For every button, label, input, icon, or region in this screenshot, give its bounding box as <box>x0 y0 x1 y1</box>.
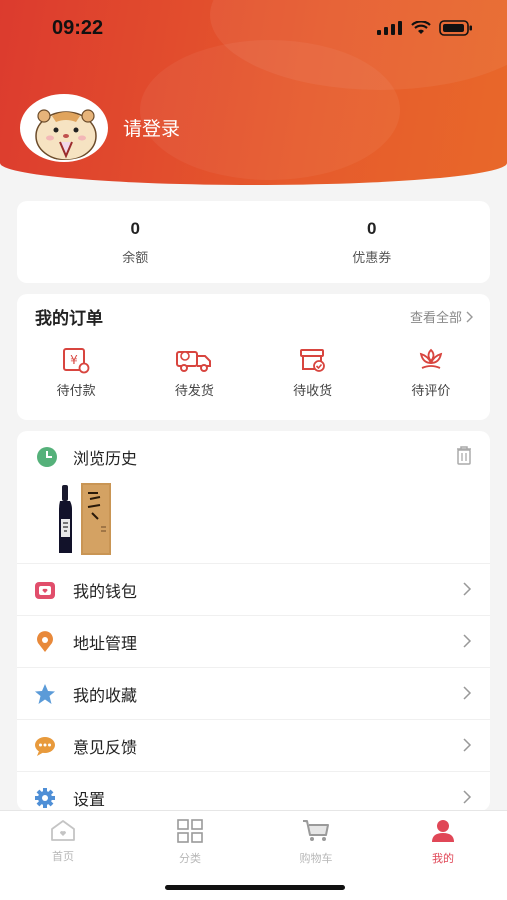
wifi-icon <box>411 21 431 34</box>
menu-item-label: 设置 <box>73 790 106 809</box>
balance-stat[interactable]: 0 余额 <box>17 201 254 283</box>
header-decoration <box>140 40 400 180</box>
status-bar: 09:22 <box>0 0 507 56</box>
tab-label: 我的 <box>432 852 454 865</box>
cart-icon <box>303 820 329 841</box>
sake-bottle-image <box>59 483 111 555</box>
signal-icon <box>377 21 402 35</box>
status-icons <box>377 20 473 36</box>
menu-item-wallet[interactable]: 我的钱包 <box>17 563 490 615</box>
menu-item-favorites[interactable]: 我的收藏 <box>17 667 490 719</box>
chevron-right-icon <box>463 634 472 648</box>
chevron-right-icon <box>466 311 473 322</box>
coupon-stat[interactable]: 0 优惠券 <box>254 201 491 283</box>
tab-cart[interactable]: 购物车 <box>286 819 346 866</box>
clock-icon <box>37 447 57 467</box>
coupon-label: 优惠券 <box>352 251 392 266</box>
menu-item-label: 意见反馈 <box>73 738 138 757</box>
view-all-orders-link[interactable]: 查看全部 <box>410 307 474 326</box>
tab-home[interactable]: 首页 <box>33 819 93 864</box>
chevron-right-icon <box>463 790 472 804</box>
home-icon <box>51 820 75 841</box>
status-time: 09:22 <box>52 17 104 39</box>
order-pending-shipment-label: 待发货 <box>174 384 214 399</box>
review-flower-icon <box>419 348 443 369</box>
menu-item-label: 地址管理 <box>73 634 138 653</box>
chevron-right-icon <box>463 738 472 752</box>
menu-item-settings[interactable]: 设置 <box>17 771 490 811</box>
wallet-icon <box>35 582 55 599</box>
login-link[interactable]: 请登录 <box>123 114 180 141</box>
menu-item-label: 我的收藏 <box>73 686 138 705</box>
svg-text:¥: ¥ <box>70 353 78 367</box>
order-pending-payment[interactable]: ¥ 待付款 <box>17 346 135 399</box>
orders-title: 我的订单 <box>35 309 103 329</box>
menu-card: 浏览历史 我的钱包 地址管理 我的收藏 意见反馈 设置 <box>17 431 490 811</box>
balance-value: 0 <box>130 219 140 238</box>
user-icon <box>432 820 454 842</box>
star-icon <box>35 684 55 704</box>
menu-item-feedback[interactable]: 意见反馈 <box>17 719 490 771</box>
coupon-value: 0 <box>367 219 377 238</box>
menu-item-address[interactable]: 地址管理 <box>17 615 490 667</box>
chat-icon <box>35 737 55 756</box>
balance-label: 余额 <box>122 251 149 266</box>
order-pending-payment-label: 待付款 <box>56 384 96 399</box>
tab-label: 分类 <box>179 852 201 865</box>
chevron-right-icon <box>463 686 472 700</box>
trash-icon[interactable] <box>455 445 473 465</box>
order-pending-receipt[interactable]: 待收货 <box>254 346 372 399</box>
home-indicator[interactable] <box>165 885 345 890</box>
chevron-right-icon <box>463 582 472 596</box>
receive-box-icon <box>299 349 325 372</box>
stats-card: 0 余额 0 优惠券 <box>17 201 490 283</box>
order-pending-review-label: 待评价 <box>411 384 451 399</box>
location-icon <box>37 631 53 652</box>
avatar[interactable] <box>20 94 108 162</box>
menu-item-label: 我的钱包 <box>73 582 138 601</box>
tab-label: 首页 <box>52 850 74 863</box>
order-pending-receipt-label: 待收货 <box>293 384 333 399</box>
tab-label: 购物车 <box>299 852 333 865</box>
tab-mine[interactable]: 我的 <box>413 819 473 866</box>
orders-card: 我的订单 查看全部 ¥ 待付款 待发货 待收货 待评价 <box>17 294 490 420</box>
view-all-label: 查看全部 <box>409 311 462 326</box>
gear-icon <box>35 788 55 808</box>
order-pending-shipment[interactable]: 待发货 <box>135 346 253 399</box>
browse-history-header: 浏览历史 <box>17 431 490 481</box>
pending-payment-icon: ¥ <box>63 348 90 374</box>
grid-icon <box>177 819 203 843</box>
tab-category[interactable]: 分类 <box>160 819 220 866</box>
delivery-truck-icon <box>176 351 212 372</box>
order-pending-review[interactable]: 待评价 <box>372 346 490 399</box>
browse-history-title: 浏览历史 <box>73 449 138 468</box>
order-status-row: ¥ 待付款 待发货 待收货 待评价 <box>17 346 490 399</box>
battery-icon <box>439 20 472 36</box>
history-product-thumbnail[interactable] <box>54 483 114 555</box>
